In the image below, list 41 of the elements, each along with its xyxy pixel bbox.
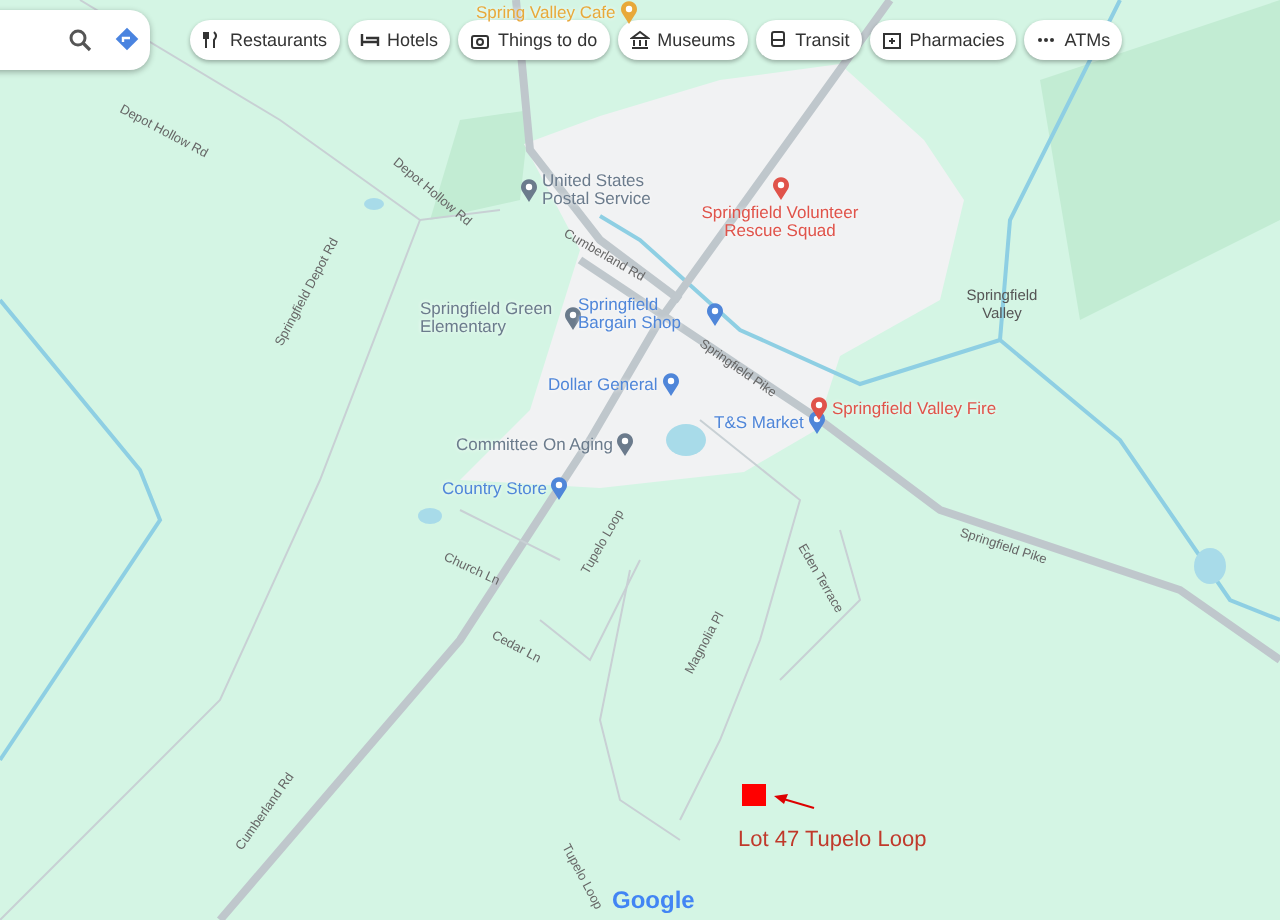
lot-marker xyxy=(742,784,766,806)
pond-shape xyxy=(418,508,442,524)
place-label[interactable]: Dollar General xyxy=(548,375,658,393)
place-label[interactable]: Committee On Aging xyxy=(456,435,613,453)
place-label[interactable]: United States Postal Service xyxy=(542,172,662,208)
camera-icon xyxy=(470,30,491,50)
marker-label: Lot 47 Tupelo Loop xyxy=(738,826,927,856)
place-pin-icon[interactable] xyxy=(771,176,789,200)
place-label[interactable]: Springfield Volunteer Rescue Squad xyxy=(700,204,860,240)
place-pin-icon[interactable] xyxy=(706,302,724,326)
bus-icon xyxy=(767,30,788,50)
place-label[interactable]: Country Store xyxy=(442,479,547,497)
pond-shape xyxy=(1194,548,1226,584)
pond-shape xyxy=(666,424,706,456)
place-label[interactable]: Springfield Green Elementary xyxy=(420,300,560,336)
category-chip[interactable]: ATMs xyxy=(1024,20,1123,60)
search-field[interactable] xyxy=(0,10,150,70)
category-chip[interactable]: Things to do xyxy=(458,20,610,60)
place-pin-icon[interactable] xyxy=(550,476,569,500)
building-icon xyxy=(629,30,650,50)
place-pin-icon[interactable] xyxy=(619,0,638,24)
map-logo: Google xyxy=(612,884,695,918)
place-pin-icon[interactable] xyxy=(616,432,635,456)
arrow-icon xyxy=(772,792,816,812)
place-label[interactable]: Springfield Bargain Shop xyxy=(578,296,702,332)
fork-knife-icon xyxy=(202,30,222,50)
place-label[interactable]: Springfield Valley Fire xyxy=(832,399,997,417)
search-icon[interactable] xyxy=(68,28,92,52)
bed-icon xyxy=(359,30,380,50)
place-label[interactable]: T&S Market xyxy=(714,413,804,431)
store-icon xyxy=(881,30,902,50)
place-pin-icon[interactable] xyxy=(661,372,680,396)
category-chip[interactable]: Pharmacies xyxy=(869,20,1017,60)
place-pin-icon[interactable] xyxy=(520,178,538,202)
category-chip[interactable]: Transit xyxy=(755,20,862,60)
category-chip[interactable]: Hotels xyxy=(347,20,451,60)
place-pin-icon[interactable] xyxy=(564,306,582,330)
place-pin-icon[interactable] xyxy=(810,396,828,420)
category-chip[interactable]: Museums xyxy=(617,20,748,60)
pond-shape xyxy=(364,198,384,210)
category-chip[interactable]: Restaurants xyxy=(190,20,340,60)
